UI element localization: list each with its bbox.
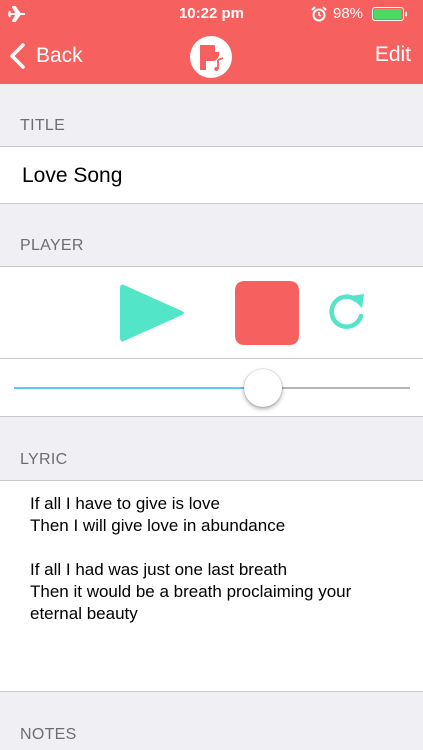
- battery-level-fill: [374, 9, 402, 19]
- lyric-section-header: LYRIC: [20, 451, 68, 468]
- stop-icon[interactable]: [235, 281, 299, 345]
- lyric-line: eternal beauty: [30, 604, 138, 623]
- notes-section-header: NOTES: [20, 726, 77, 743]
- progress-slider[interactable]: [14, 369, 410, 407]
- back-button-label: Back: [36, 44, 83, 67]
- back-button[interactable]: Back: [8, 38, 83, 74]
- edit-button[interactable]: Edit: [375, 43, 411, 67]
- alarm-icon: [311, 6, 327, 22]
- lyric-line: Then I will give love in abundance: [30, 516, 286, 535]
- app-logo-icon: [190, 36, 232, 78]
- play-icon[interactable]: [118, 281, 186, 345]
- status-bar: 10:22 pm 98%: [0, 0, 423, 28]
- repeat-icon[interactable]: [324, 290, 368, 334]
- lyric-cell[interactable]: If all I have to give is love Then I will…: [0, 480, 423, 692]
- song-title: Love Song: [22, 164, 123, 187]
- battery-percent: 98%: [333, 5, 364, 22]
- lyric-blank-line: [30, 537, 410, 559]
- player-cell: [0, 266, 423, 417]
- navigation-bar: Back Edit: [0, 28, 423, 84]
- lyric-text: If all I have to give is love Then I will…: [30, 493, 410, 625]
- battery-icon: [372, 7, 407, 21]
- chevron-left-icon: [10, 43, 25, 69]
- lyric-line: Then it would be a breath proclaiming yo…: [30, 582, 352, 601]
- slider-thumb[interactable]: [244, 369, 283, 407]
- title-cell[interactable]: Love Song: [0, 146, 423, 204]
- player-section-header: PLAYER: [20, 237, 84, 254]
- title-section-header: TITLE: [20, 117, 66, 134]
- lyric-line: If all I have to give is love: [30, 494, 220, 513]
- slider-fill: [14, 387, 264, 389]
- player-divider: [0, 358, 423, 359]
- lyric-line: If all I had was just one last breath: [30, 560, 288, 579]
